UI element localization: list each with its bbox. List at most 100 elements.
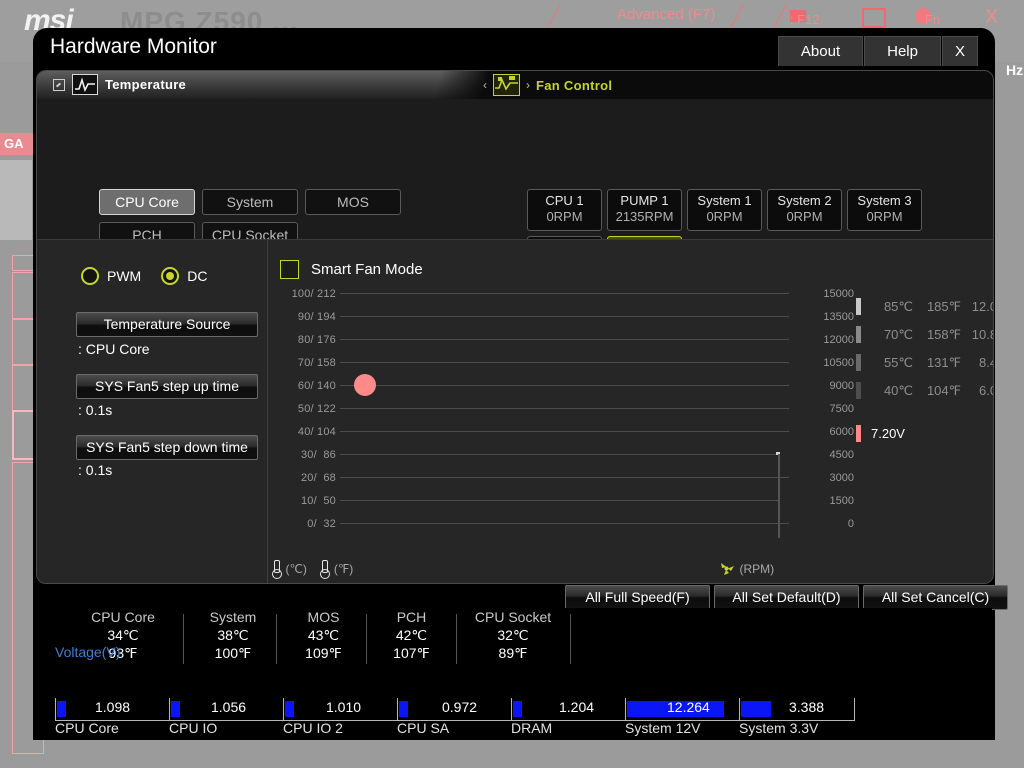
temperature-status-bar: CPU Core 34℃ 93℉ System 38℃ 100℉ MOS 43℃… bbox=[36, 608, 992, 670]
legend-row: 70℃ 158℉ 10.80V bbox=[856, 326, 993, 343]
fan-button-cpu-1[interactable]: CPU 1 0RPM bbox=[527, 189, 602, 231]
status-name: System bbox=[209, 609, 257, 625]
step-down-time-button[interactable]: SYS Fan5 step down time bbox=[76, 435, 258, 460]
smart-fan-mode-checkbox[interactable] bbox=[280, 260, 299, 279]
voltage-bar-group: 1.098 CPU Core 1.056 CPU IO 1.010 CPU IO… bbox=[55, 698, 855, 736]
step-up-time-button[interactable]: SYS Fan5 step up time bbox=[76, 374, 258, 399]
step-down-time-value: : 0.1s bbox=[78, 462, 113, 478]
rail-name: CPU IO bbox=[169, 720, 218, 736]
prev-arrow-icon[interactable]: ‹ bbox=[483, 78, 487, 92]
rail-bar bbox=[513, 701, 522, 717]
rail-name: CPU Core bbox=[55, 720, 119, 736]
rail-name: DRAM bbox=[511, 720, 553, 736]
fan-curve-point[interactable] bbox=[354, 374, 376, 396]
fan-button-system-3[interactable]: System 3 0RPM bbox=[847, 189, 922, 231]
status-divider bbox=[276, 614, 277, 664]
tab-system[interactable]: System bbox=[202, 189, 298, 215]
bg-panel bbox=[0, 160, 32, 240]
fan-button-system-2[interactable]: System 2 0RPM bbox=[767, 189, 842, 231]
legend-current-swatch bbox=[856, 425, 861, 442]
status-mos: MOS 43℃ 109℉ bbox=[281, 608, 366, 663]
temperature-section-header[interactable]: Temperature bbox=[53, 74, 186, 95]
tab-cpu-core[interactable]: CPU Core bbox=[99, 189, 195, 215]
screen: msi MPG Z590 ... Advanced (F7) : F12 Fn … bbox=[0, 0, 1024, 768]
fan-button-pump-1[interactable]: PUMP 1 2135RPM bbox=[607, 189, 682, 231]
y-tick-right: 4500 bbox=[829, 449, 854, 461]
y-tick-right: 3000 bbox=[829, 472, 854, 484]
rail-tick bbox=[625, 698, 626, 720]
fan-name: System 2 bbox=[777, 193, 832, 208]
legend-celsius: 55℃ bbox=[883, 354, 913, 370]
favorites-icon bbox=[862, 8, 886, 28]
next-arrow-icon[interactable]: › bbox=[526, 78, 530, 92]
rail-tick bbox=[511, 698, 512, 720]
smart-fan-mode-row[interactable]: Smart Fan Mode bbox=[280, 260, 423, 279]
fan-name: PUMP 1 bbox=[620, 193, 669, 208]
status-fahrenheit: 109℉ bbox=[305, 645, 342, 662]
fan-rpm: 0RPM bbox=[786, 209, 823, 225]
rail-bar bbox=[57, 701, 66, 717]
axis-tick bbox=[780, 385, 789, 386]
fan-name: System 3 bbox=[857, 193, 912, 208]
chart-plot-area[interactable] bbox=[340, 288, 780, 538]
dialog-title: Hardware Monitor bbox=[50, 35, 217, 58]
fan-rpm: 0RPM bbox=[706, 209, 743, 225]
axis-tick bbox=[780, 431, 789, 432]
fan-button-system-1[interactable]: System 1 0RPM bbox=[687, 189, 762, 231]
bios-close-label[interactable]: X bbox=[985, 6, 998, 29]
frequency-label: Hz bbox=[1006, 62, 1024, 78]
legend-row: 85℃ 185℉ 12.00V bbox=[856, 298, 993, 315]
axis-tick bbox=[780, 523, 789, 524]
checkbox-icon[interactable] bbox=[53, 78, 65, 91]
grid-line bbox=[340, 362, 780, 363]
y-tick-right: 6000 bbox=[829, 426, 854, 438]
grid-line bbox=[340, 477, 780, 478]
voltage-rail-cpu-core: 1.098 CPU Core bbox=[55, 698, 169, 736]
axis-tick bbox=[780, 477, 789, 478]
y-tick-left: 70/ 158 bbox=[297, 357, 336, 369]
rail-tick bbox=[397, 698, 398, 720]
close-button[interactable]: X bbox=[941, 36, 978, 66]
y-tick-right: 10500 bbox=[823, 357, 854, 369]
advanced-mode-label[interactable]: Advanced (F7) bbox=[617, 6, 715, 23]
monitor-card: Temperature ‹ › Fan Control CPU Core Sys… bbox=[36, 70, 994, 584]
legend-volts: 6.00V bbox=[979, 383, 993, 398]
dc-radio[interactable] bbox=[161, 267, 180, 285]
axis-tick bbox=[780, 316, 789, 317]
grid-line bbox=[340, 500, 780, 501]
grid-line bbox=[340, 523, 780, 524]
about-button[interactable]: About bbox=[777, 36, 864, 66]
legend-swatch bbox=[856, 298, 861, 315]
y-tick-left: 20/ 68 bbox=[300, 472, 336, 484]
axis-tick bbox=[780, 339, 789, 340]
grid-line bbox=[340, 454, 780, 455]
y-tick-left: 100/ 212 bbox=[291, 288, 336, 300]
pwm-radio[interactable] bbox=[81, 267, 99, 285]
voltage-rail-dram: 1.204 DRAM bbox=[511, 698, 625, 736]
voltage-rail-cpu-io: 1.056 CPU IO bbox=[169, 698, 283, 736]
status-celsius: 34℃ bbox=[107, 627, 139, 644]
rail-tick bbox=[55, 698, 56, 720]
status-fahrenheit: 100℉ bbox=[214, 645, 252, 662]
grid-line bbox=[340, 339, 780, 340]
tab-mos[interactable]: MOS bbox=[305, 189, 401, 215]
temperature-source-button[interactable]: Temperature Source bbox=[76, 312, 258, 337]
y-tick-left: 0/ 32 bbox=[307, 518, 336, 530]
y-tick-left: 60/ 140 bbox=[297, 380, 336, 392]
fan-control-section-header[interactable]: ‹ › Fan Control bbox=[483, 74, 612, 96]
y-tick-left: 10/ 50 bbox=[300, 495, 336, 507]
rail-bar bbox=[285, 701, 294, 717]
rail-value: 1.204 bbox=[559, 699, 595, 715]
legend-row: 55℃ 131℉ 8.40V bbox=[856, 354, 993, 371]
rail-value: 0.972 bbox=[442, 699, 478, 715]
all-set-default-button[interactable]: All Set Default(D) bbox=[714, 585, 859, 610]
all-set-cancel-button[interactable]: All Set Cancel(C) bbox=[863, 585, 1008, 610]
grid-line bbox=[340, 431, 780, 432]
all-full-speed-button[interactable]: All Full Speed(F) bbox=[565, 585, 710, 610]
legend-fahrenheit: 131℉ bbox=[926, 354, 961, 370]
screenshot-key-label: : F12 bbox=[790, 12, 820, 27]
status-name: CPU Socket bbox=[474, 609, 552, 625]
rail-value: 12.264 bbox=[667, 699, 710, 715]
dc-label: DC bbox=[187, 268, 208, 284]
help-button[interactable]: Help bbox=[864, 36, 941, 66]
